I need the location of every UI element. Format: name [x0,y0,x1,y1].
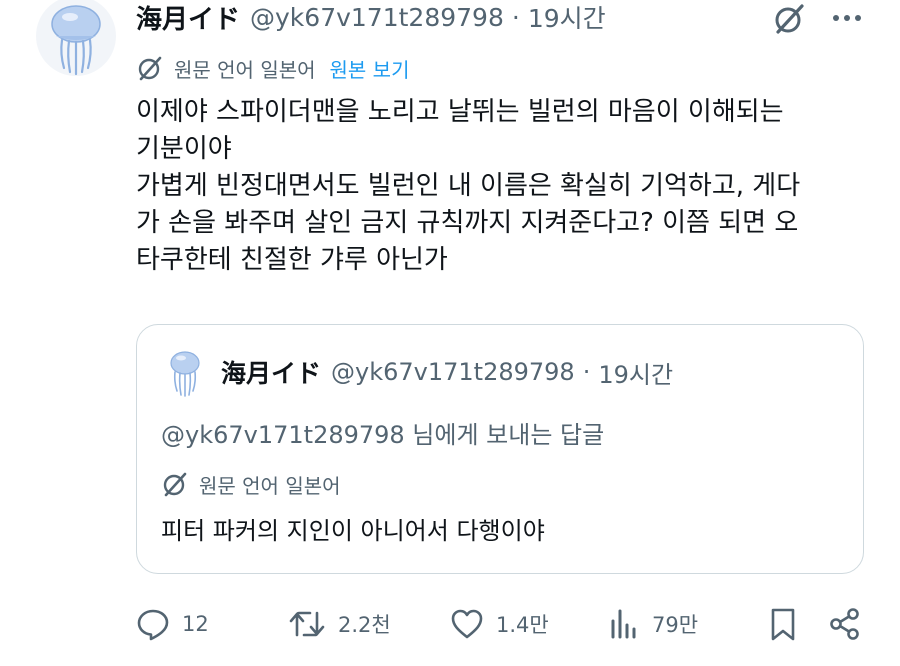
grok-icon[interactable] [772,2,806,36]
more-icon[interactable] [830,8,864,28]
reply-count: 12 [182,612,209,636]
translation-row: 원문 언어 일본어 원본 보기 [136,50,409,86]
action-bar: 12 2.2천 1.4만 79만 [136,600,866,648]
tweet-text-line: 가 손을 봐주며 살인 금지 규칙까지 지켜준다고? 이쯤 되면 오 [136,208,799,238]
quoted-translation-label: 원문 언어 일본어 [199,473,341,498]
like-icon [451,609,483,639]
quoted-header: 海月イド @yk67v171t289798 · 19시간 [221,355,673,389]
tweet-text: 이제야 스파이더맨을 노리고 날뛰는 빌런의 마음이 이해되는 기분이야 가볍게… [136,94,876,279]
tweet-header: 海月イド @yk67v171t289798 · 19시간 [136,0,606,36]
quoted-timestamp[interactable]: 19시간 [598,355,673,390]
translate-icon [163,472,187,497]
quoted-tweet[interactable]: 海月イド @yk67v171t289798 · 19시간 @yk67v171t2… [136,324,864,574]
like-count: 1.4만 [496,613,549,637]
share-button[interactable] [828,604,862,644]
quoted-translation-row: 원문 언어 일본어 [161,467,341,501]
views-count: 79만 [652,613,699,637]
translate-icon [138,56,162,81]
views-icon [611,609,636,639]
reply-button[interactable]: 12 [136,604,209,644]
quoted-text: 피터 파커의 지인이 아니어서 다행이야 [161,517,545,545]
share-icon [830,608,859,640]
author-handle[interactable]: @yk67v171t289798 [250,3,504,32]
bookmark-button[interactable] [768,604,798,644]
quoted-author-handle[interactable]: @yk67v171t289798 [331,358,575,386]
reply-to-label: @yk67v171t289798 님에게 보내는 답글 [161,421,605,449]
tweet-text-line: 타쿠한테 친절한 갸루 아닌가 [136,245,448,275]
show-original-link[interactable]: 원본 보기 [330,54,410,83]
jellyfish-avatar[interactable] [34,0,118,76]
timestamp[interactable]: 19시간 [528,0,606,35]
quoted-author-name[interactable]: 海月イド [221,354,321,390]
jellyfish-avatar [170,351,200,397]
like-button[interactable]: 1.4만 [450,604,549,644]
reply-icon [137,609,169,641]
repost-icon [289,611,325,637]
tweet-text-line: 가볍게 빈정대면서도 빌런인 내 이름은 확실히 기억하고, 게다 [136,171,801,201]
author-name[interactable]: 海月イド [136,0,240,36]
views-button[interactable]: 79만 [608,604,698,644]
repost-button[interactable]: 2.2천 [288,604,391,644]
separator-dot: · [511,2,520,32]
bookmark-icon [771,608,795,641]
repost-count: 2.2천 [338,613,391,637]
separator-dot: · [582,358,591,386]
tweet-text-line: 기분이야 [136,134,232,164]
translation-label: 원문 언어 일본어 [174,57,316,82]
tweet-text-line: 이제야 스파이더맨을 노리고 날뛰는 빌런의 마음이 이해되는 [136,97,784,127]
